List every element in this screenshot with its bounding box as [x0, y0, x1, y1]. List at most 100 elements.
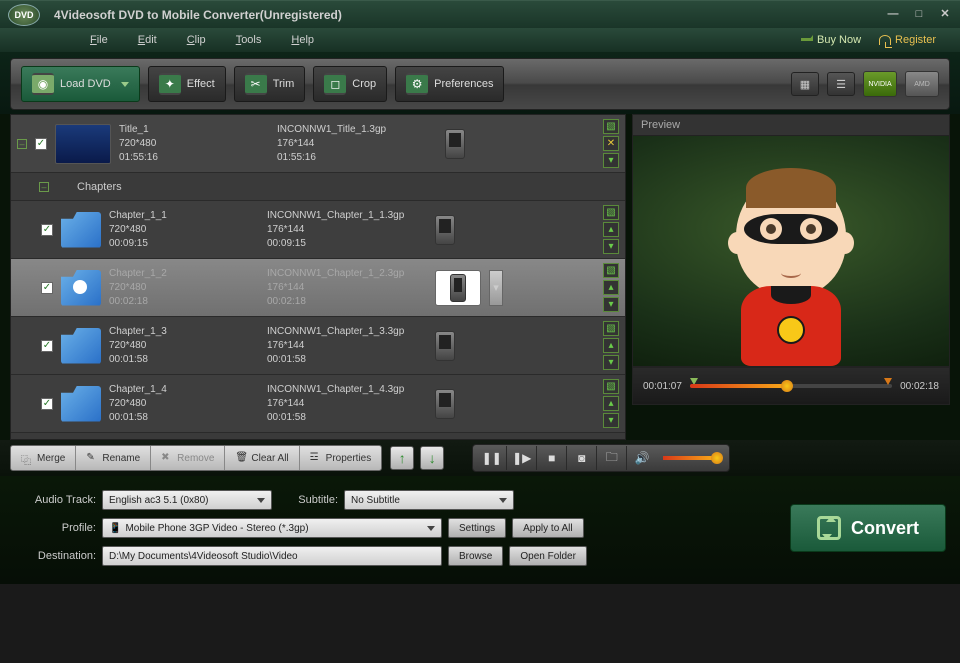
load-dvd-button[interactable]: ◉ Load DVD — [21, 66, 140, 102]
titlebar: DVD 4Videosoft DVD to Mobile Converter(U… — [0, 0, 960, 28]
toolbar: ◉ Load DVD ✦Effect ✂Trim ◻Crop ⚙Preferen… — [10, 58, 950, 110]
chapters-header[interactable]: – Chapters — [11, 173, 625, 201]
volume-slider[interactable] — [663, 456, 719, 460]
chapter-checkbox[interactable]: ✓ — [41, 398, 53, 410]
preferences-button[interactable]: ⚙Preferences — [395, 66, 504, 102]
row-action-2[interactable]: ▴ — [603, 338, 619, 353]
menu-help[interactable]: Help — [291, 34, 314, 46]
chapter-checkbox[interactable]: ✓ — [41, 224, 53, 236]
step-button[interactable]: ❚▶ — [507, 446, 537, 470]
buy-now-link[interactable]: Buy Now — [801, 34, 861, 46]
title-row[interactable]: – ✓ Title_1 720*480 01:55:16 INCONNW1_Ti… — [11, 115, 625, 173]
row-action-3[interactable]: ▾ — [603, 413, 619, 428]
row-action-3[interactable]: ▾ — [603, 297, 619, 312]
output-dropdown[interactable]: ▾ — [489, 270, 503, 306]
expand-title-button[interactable]: – — [17, 139, 27, 149]
menu-file[interactable]: File — [90, 34, 108, 46]
volume-knob[interactable] — [711, 452, 723, 464]
title-thumbnail — [55, 124, 111, 164]
chapter-checkbox[interactable]: ✓ — [41, 282, 53, 294]
profile-label: Profile: — [14, 522, 96, 534]
pencil-icon: ✎ — [86, 452, 98, 464]
stop-button[interactable]: ■ — [537, 446, 567, 470]
profile-select[interactable]: 📱Mobile Phone 3GP Video - Stereo (*.3gp) — [102, 518, 442, 538]
minimize-button[interactable]: — — [886, 8, 900, 22]
open-folder-button[interactable]: 🗀 — [597, 446, 627, 470]
pause-button[interactable]: ❚❚ — [477, 446, 507, 470]
row-action-1[interactable]: ▧ — [603, 119, 619, 134]
chapter-output-res: 176*144 — [267, 223, 427, 236]
thumbnail-view-button[interactable]: ▦ — [791, 72, 819, 96]
chapter-icon — [61, 328, 101, 364]
row-action-2[interactable]: ✕ — [603, 136, 619, 151]
phone-icon — [435, 215, 455, 245]
row-action-2[interactable]: ▴ — [603, 222, 619, 237]
seek-track[interactable] — [690, 384, 892, 388]
cart-icon — [801, 35, 813, 45]
open-dest-button[interactable]: Open Folder — [509, 546, 587, 566]
move-up-button[interactable]: ↑ — [390, 446, 414, 470]
chapter-name: Chapter_1_2 — [109, 267, 259, 280]
expand-chapters-button[interactable]: – — [39, 182, 49, 192]
subtitle-select[interactable]: No Subtitle — [344, 490, 514, 510]
chapter-row[interactable]: ✓ Chapter_1_4 720*480 00:01:58 INCONNW1_… — [11, 375, 625, 433]
preview-video[interactable] — [632, 135, 950, 367]
chapter-row[interactable]: ✓ Chapter_1_2 720*480 00:02:18 INCONNW1_… — [11, 259, 625, 317]
menu-tools[interactable]: Tools — [236, 34, 262, 46]
list-view-button[interactable]: ☰ — [827, 72, 855, 96]
row-action-1[interactable]: ▧ — [603, 321, 619, 336]
menu-clip[interactable]: Clip — [187, 34, 206, 46]
chapter-checkbox[interactable]: ✓ — [41, 340, 53, 352]
convert-button[interactable]: Convert — [790, 504, 946, 552]
settings-button[interactable]: Settings — [448, 518, 506, 538]
destination-label: Destination: — [14, 550, 96, 562]
phone-icon — [445, 129, 465, 159]
merge-button[interactable]: ⿻Merge — [11, 446, 76, 470]
close-button[interactable]: ✕ — [938, 8, 952, 22]
title-res: 720*480 — [119, 137, 269, 150]
chapter-row[interactable]: ✓ Chapter_1_1 720*480 00:09:15 INCONNW1_… — [11, 201, 625, 259]
preview-panel: Preview 00:01:07 — [632, 114, 950, 440]
rename-button[interactable]: ✎Rename — [76, 446, 151, 470]
trim-end-marker[interactable] — [884, 378, 892, 385]
trim-button[interactable]: ✂Trim — [234, 66, 306, 102]
chapter-name: Chapter_1_1 — [109, 209, 259, 222]
apply-to-all-button[interactable]: Apply to All — [512, 518, 583, 538]
properties-button[interactable]: ☲Properties — [300, 446, 382, 470]
row-action-1[interactable]: ▧ — [603, 379, 619, 394]
chapter-res: 720*480 — [109, 223, 259, 236]
menu-edit[interactable]: Edit — [138, 34, 157, 46]
row-action-2[interactable]: ▴ — [603, 280, 619, 295]
output-preview — [435, 270, 481, 306]
audio-track-select[interactable]: English ac3 5.1 (0x80) — [102, 490, 272, 510]
row-action-3[interactable]: ▾ — [603, 355, 619, 370]
chapter-row[interactable]: ✓ Chapter_1_3 720*480 00:01:58 INCONNW1_… — [11, 317, 625, 375]
effect-button[interactable]: ✦Effect — [148, 66, 226, 102]
playback-controls: ❚❚ ❚▶ ■ ◙ 🗀 🔊 — [472, 444, 730, 472]
volume-icon[interactable]: 🔊 — [627, 446, 657, 470]
register-link[interactable]: Register — [879, 34, 936, 46]
snapshot-button[interactable]: ◙ — [567, 446, 597, 470]
chevron-down-icon — [121, 82, 129, 87]
row-action-2[interactable]: ▴ — [603, 396, 619, 411]
title-checkbox[interactable]: ✓ — [35, 138, 47, 150]
crop-button[interactable]: ◻Crop — [313, 66, 387, 102]
key-icon — [879, 35, 891, 45]
clear-all-button[interactable]: 🗑Clear All — [225, 446, 299, 470]
chapter-output-name: INCONNW1_Chapter_1_4.3gp — [267, 383, 427, 396]
remove-button[interactable]: ✖Remove — [151, 446, 225, 470]
row-action-1[interactable]: ▧ — [603, 263, 619, 278]
chapter-dur: 00:02:18 — [109, 295, 259, 308]
row-action-3[interactable]: ▾ — [603, 153, 619, 168]
window-title: 4Videosoft DVD to Mobile Converter(Unreg… — [54, 8, 886, 22]
move-down-button[interactable]: ↓ — [420, 446, 444, 470]
row-action-1[interactable]: ▧ — [603, 205, 619, 220]
chapters-label: Chapters — [77, 181, 122, 193]
destination-field[interactable]: D:\My Documents\4Videosoft Studio\Video — [102, 546, 442, 566]
browse-button[interactable]: Browse — [448, 546, 503, 566]
clear-icon: 🗑 — [235, 452, 247, 464]
maximize-button[interactable]: □ — [912, 8, 926, 22]
row-action-3[interactable]: ▾ — [603, 239, 619, 254]
seek-knob[interactable] — [781, 380, 793, 392]
menubar: File Edit Clip Tools Help Buy Now Regist… — [0, 28, 960, 52]
